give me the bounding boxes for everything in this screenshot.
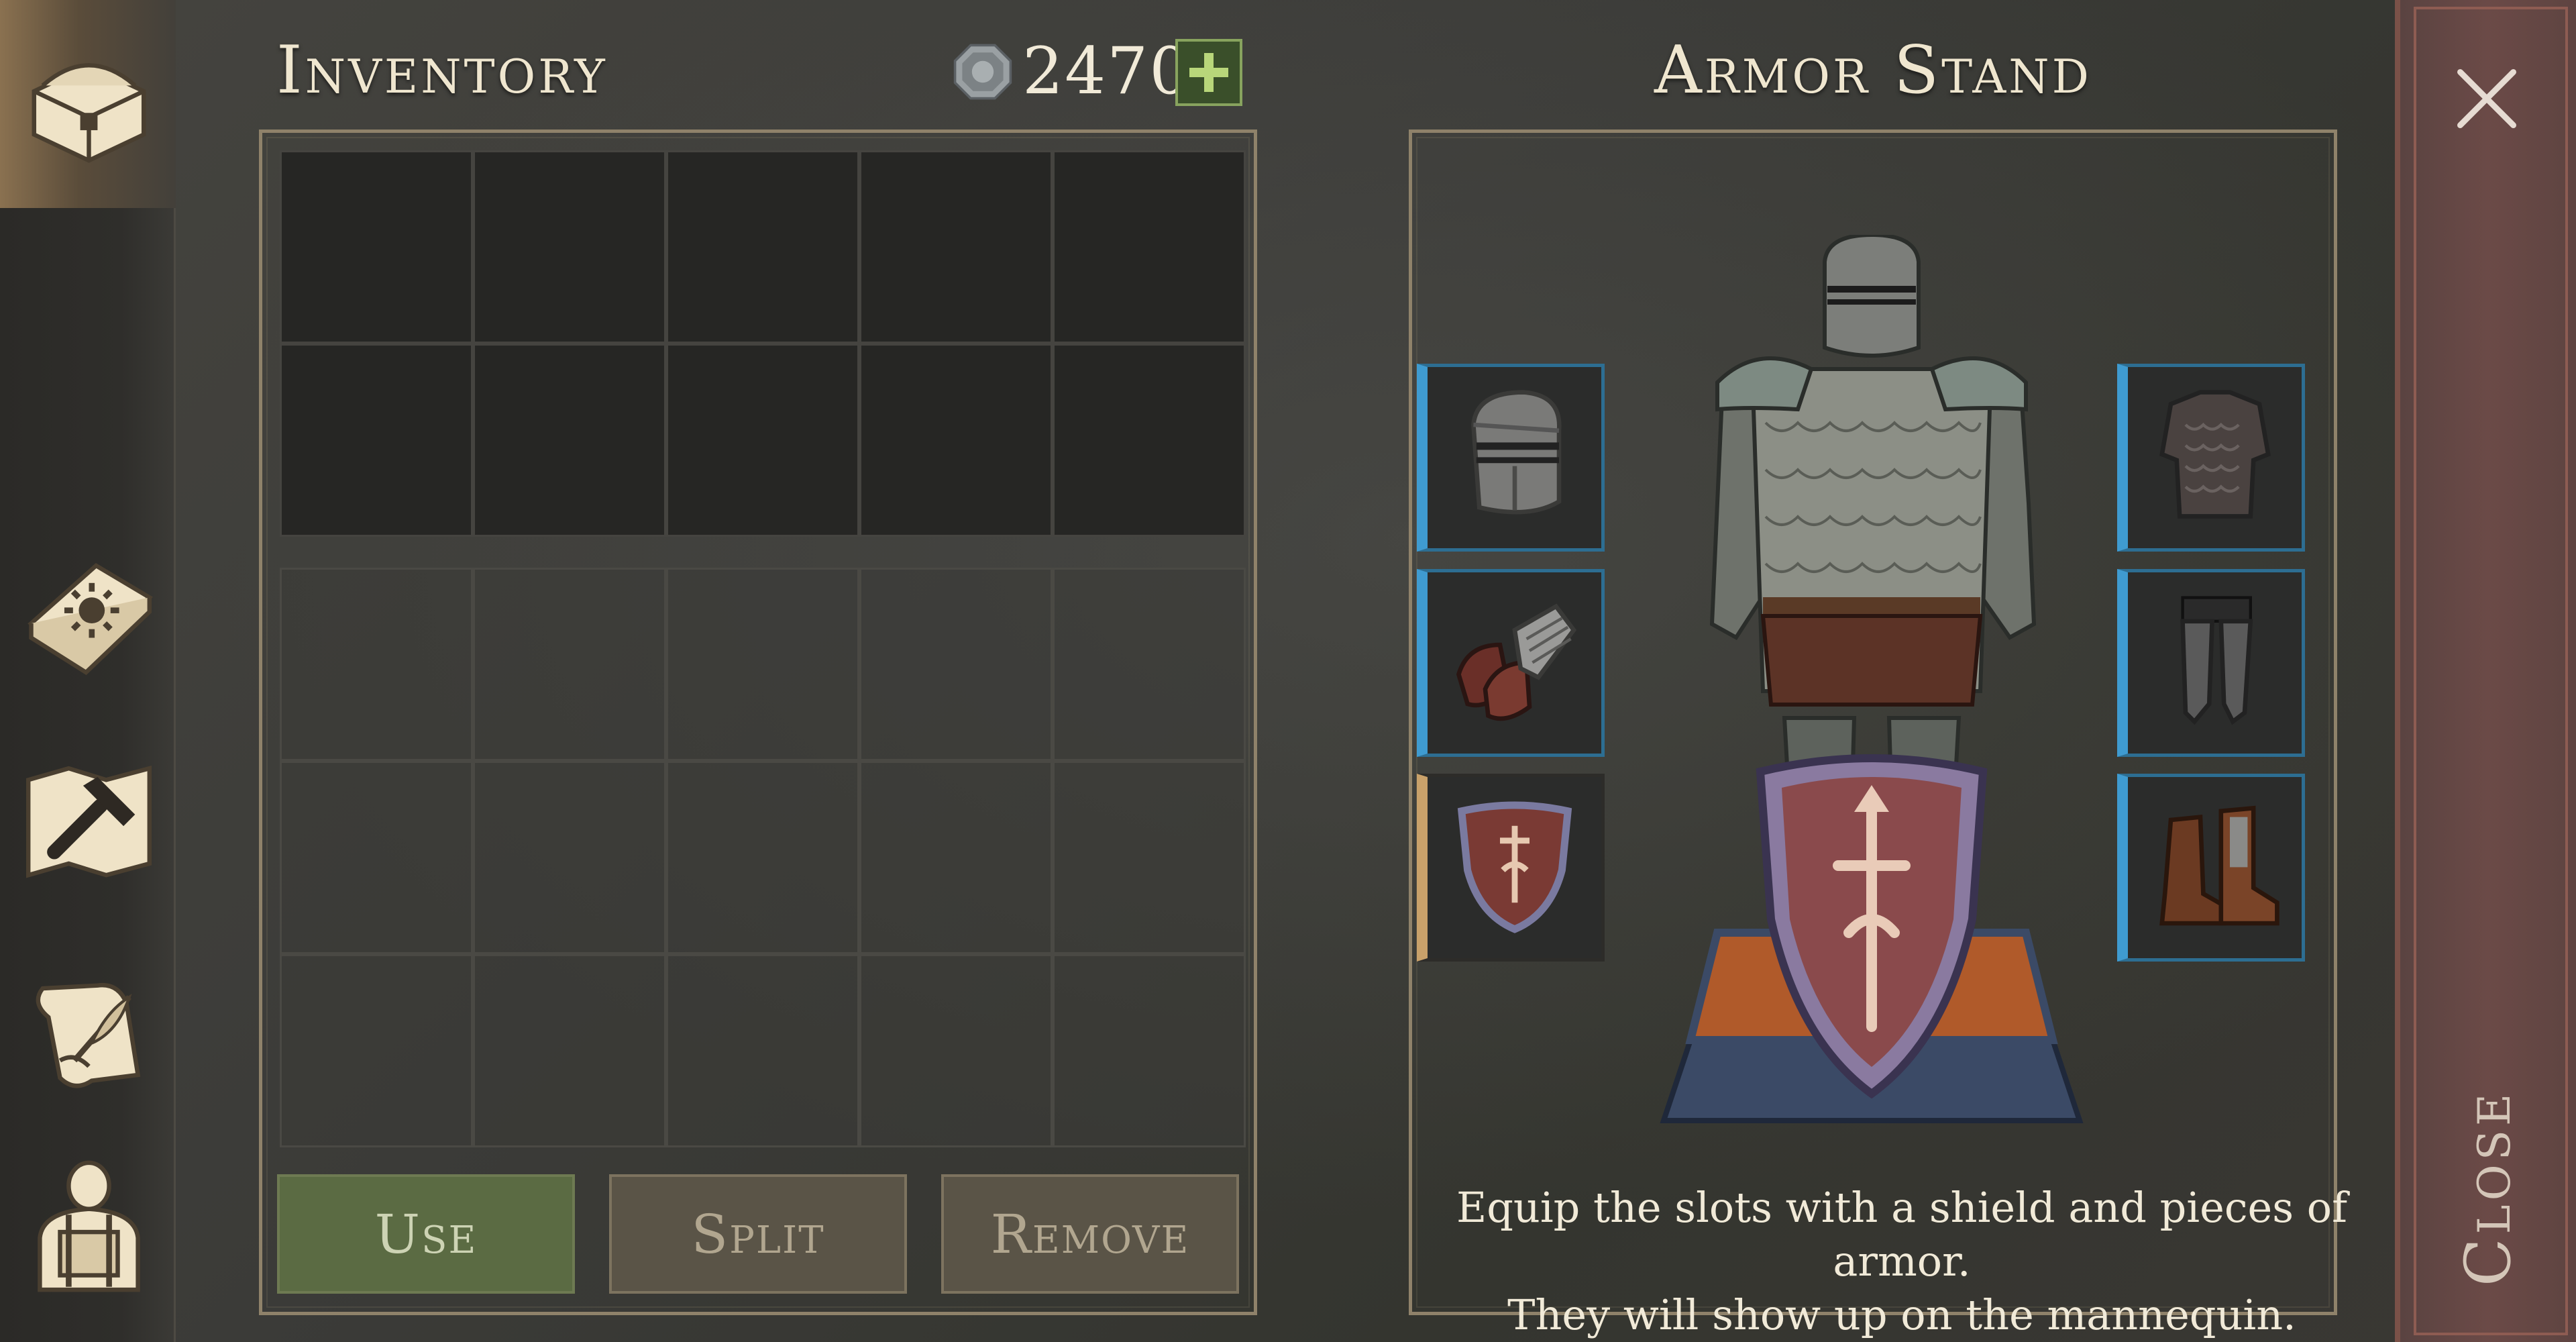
description-line-1: Equip the slots with a shield and pieces… <box>1456 1183 2348 1286</box>
armor-stand-description: Equip the slots with a shield and pieces… <box>1409 1181 2395 1342</box>
split-button[interactable]: Split <box>609 1174 907 1294</box>
close-button[interactable]: Close <box>2452 1087 2526 1288</box>
leg-armor-icon <box>2180 596 2253 725</box>
inventory-slot-locked <box>859 761 1053 954</box>
inventory-slot-locked <box>473 761 666 954</box>
inventory-slot-locked <box>1053 568 1246 761</box>
inventory-slot[interactable] <box>859 344 1053 537</box>
inventory-slot[interactable] <box>1053 150 1246 344</box>
boots-slot[interactable] <box>2117 774 2305 962</box>
inventory-slot-locked <box>666 954 859 1147</box>
gauntlets-slot[interactable] <box>1417 569 1605 757</box>
inventory-grid <box>280 150 1246 1147</box>
plus-icon <box>1189 53 1228 92</box>
shield-icon <box>1457 801 1572 933</box>
inventory-slot-locked <box>1053 954 1246 1147</box>
inventory-slot[interactable] <box>666 344 859 537</box>
inventory-slot[interactable] <box>473 150 666 344</box>
boots-icon <box>2159 805 2279 926</box>
inventory-slot[interactable] <box>666 150 859 344</box>
inventory-slot-locked <box>666 568 859 761</box>
use-button[interactable]: Use <box>277 1174 575 1294</box>
helmet-slot[interactable] <box>1417 364 1605 552</box>
inventory-slot[interactable] <box>280 150 473 344</box>
character-backpack-icon[interactable] <box>17 1154 161 1298</box>
inventory-slot[interactable] <box>473 344 666 537</box>
helmet-icon <box>1471 390 1562 515</box>
inventory-slot-locked <box>280 954 473 1147</box>
description-line-2: They will show up on the mannequin. <box>1507 1290 2296 1339</box>
inventory-slot[interactable] <box>1053 344 1246 537</box>
chest-icon[interactable] <box>17 34 161 178</box>
inventory-slot-locked <box>473 954 666 1147</box>
map-hammer-icon[interactable] <box>17 748 161 892</box>
leg-armor-slot[interactable] <box>2117 569 2305 757</box>
inventory-slot-locked <box>666 761 859 954</box>
inventory-slot[interactable] <box>859 150 1053 344</box>
armor-stand-title: Armor Stand <box>1654 32 2092 109</box>
shield-slot[interactable] <box>1417 774 1605 962</box>
remove-button[interactable]: Remove <box>941 1174 1239 1294</box>
inventory-title: Inventory <box>276 32 608 109</box>
sun-book-icon[interactable] <box>17 537 161 681</box>
armor-mannequin <box>1660 235 2084 1123</box>
inventory-slot-locked <box>473 568 666 761</box>
add-currency-button[interactable] <box>1175 39 1242 106</box>
inventory-slot[interactable] <box>280 344 473 537</box>
inventory-slot-locked <box>280 761 473 954</box>
inventory-slot-locked <box>280 568 473 761</box>
currency-value: 2470 <box>1022 34 1192 109</box>
close-icon[interactable] <box>2450 62 2524 136</box>
inventory-slot-locked <box>859 568 1053 761</box>
inventory-slot-locked <box>859 954 1053 1147</box>
inventory-slot-locked <box>1053 761 1246 954</box>
silver-coin-icon <box>953 44 1012 100</box>
chest-armor-icon <box>2159 390 2271 519</box>
gauntlets-icon <box>1456 603 1577 721</box>
close-label: Close <box>2452 1089 2526 1286</box>
chest-armor-slot[interactable] <box>2117 364 2305 552</box>
scroll-quill-icon[interactable] <box>17 960 161 1104</box>
sidebar <box>0 0 176 1342</box>
